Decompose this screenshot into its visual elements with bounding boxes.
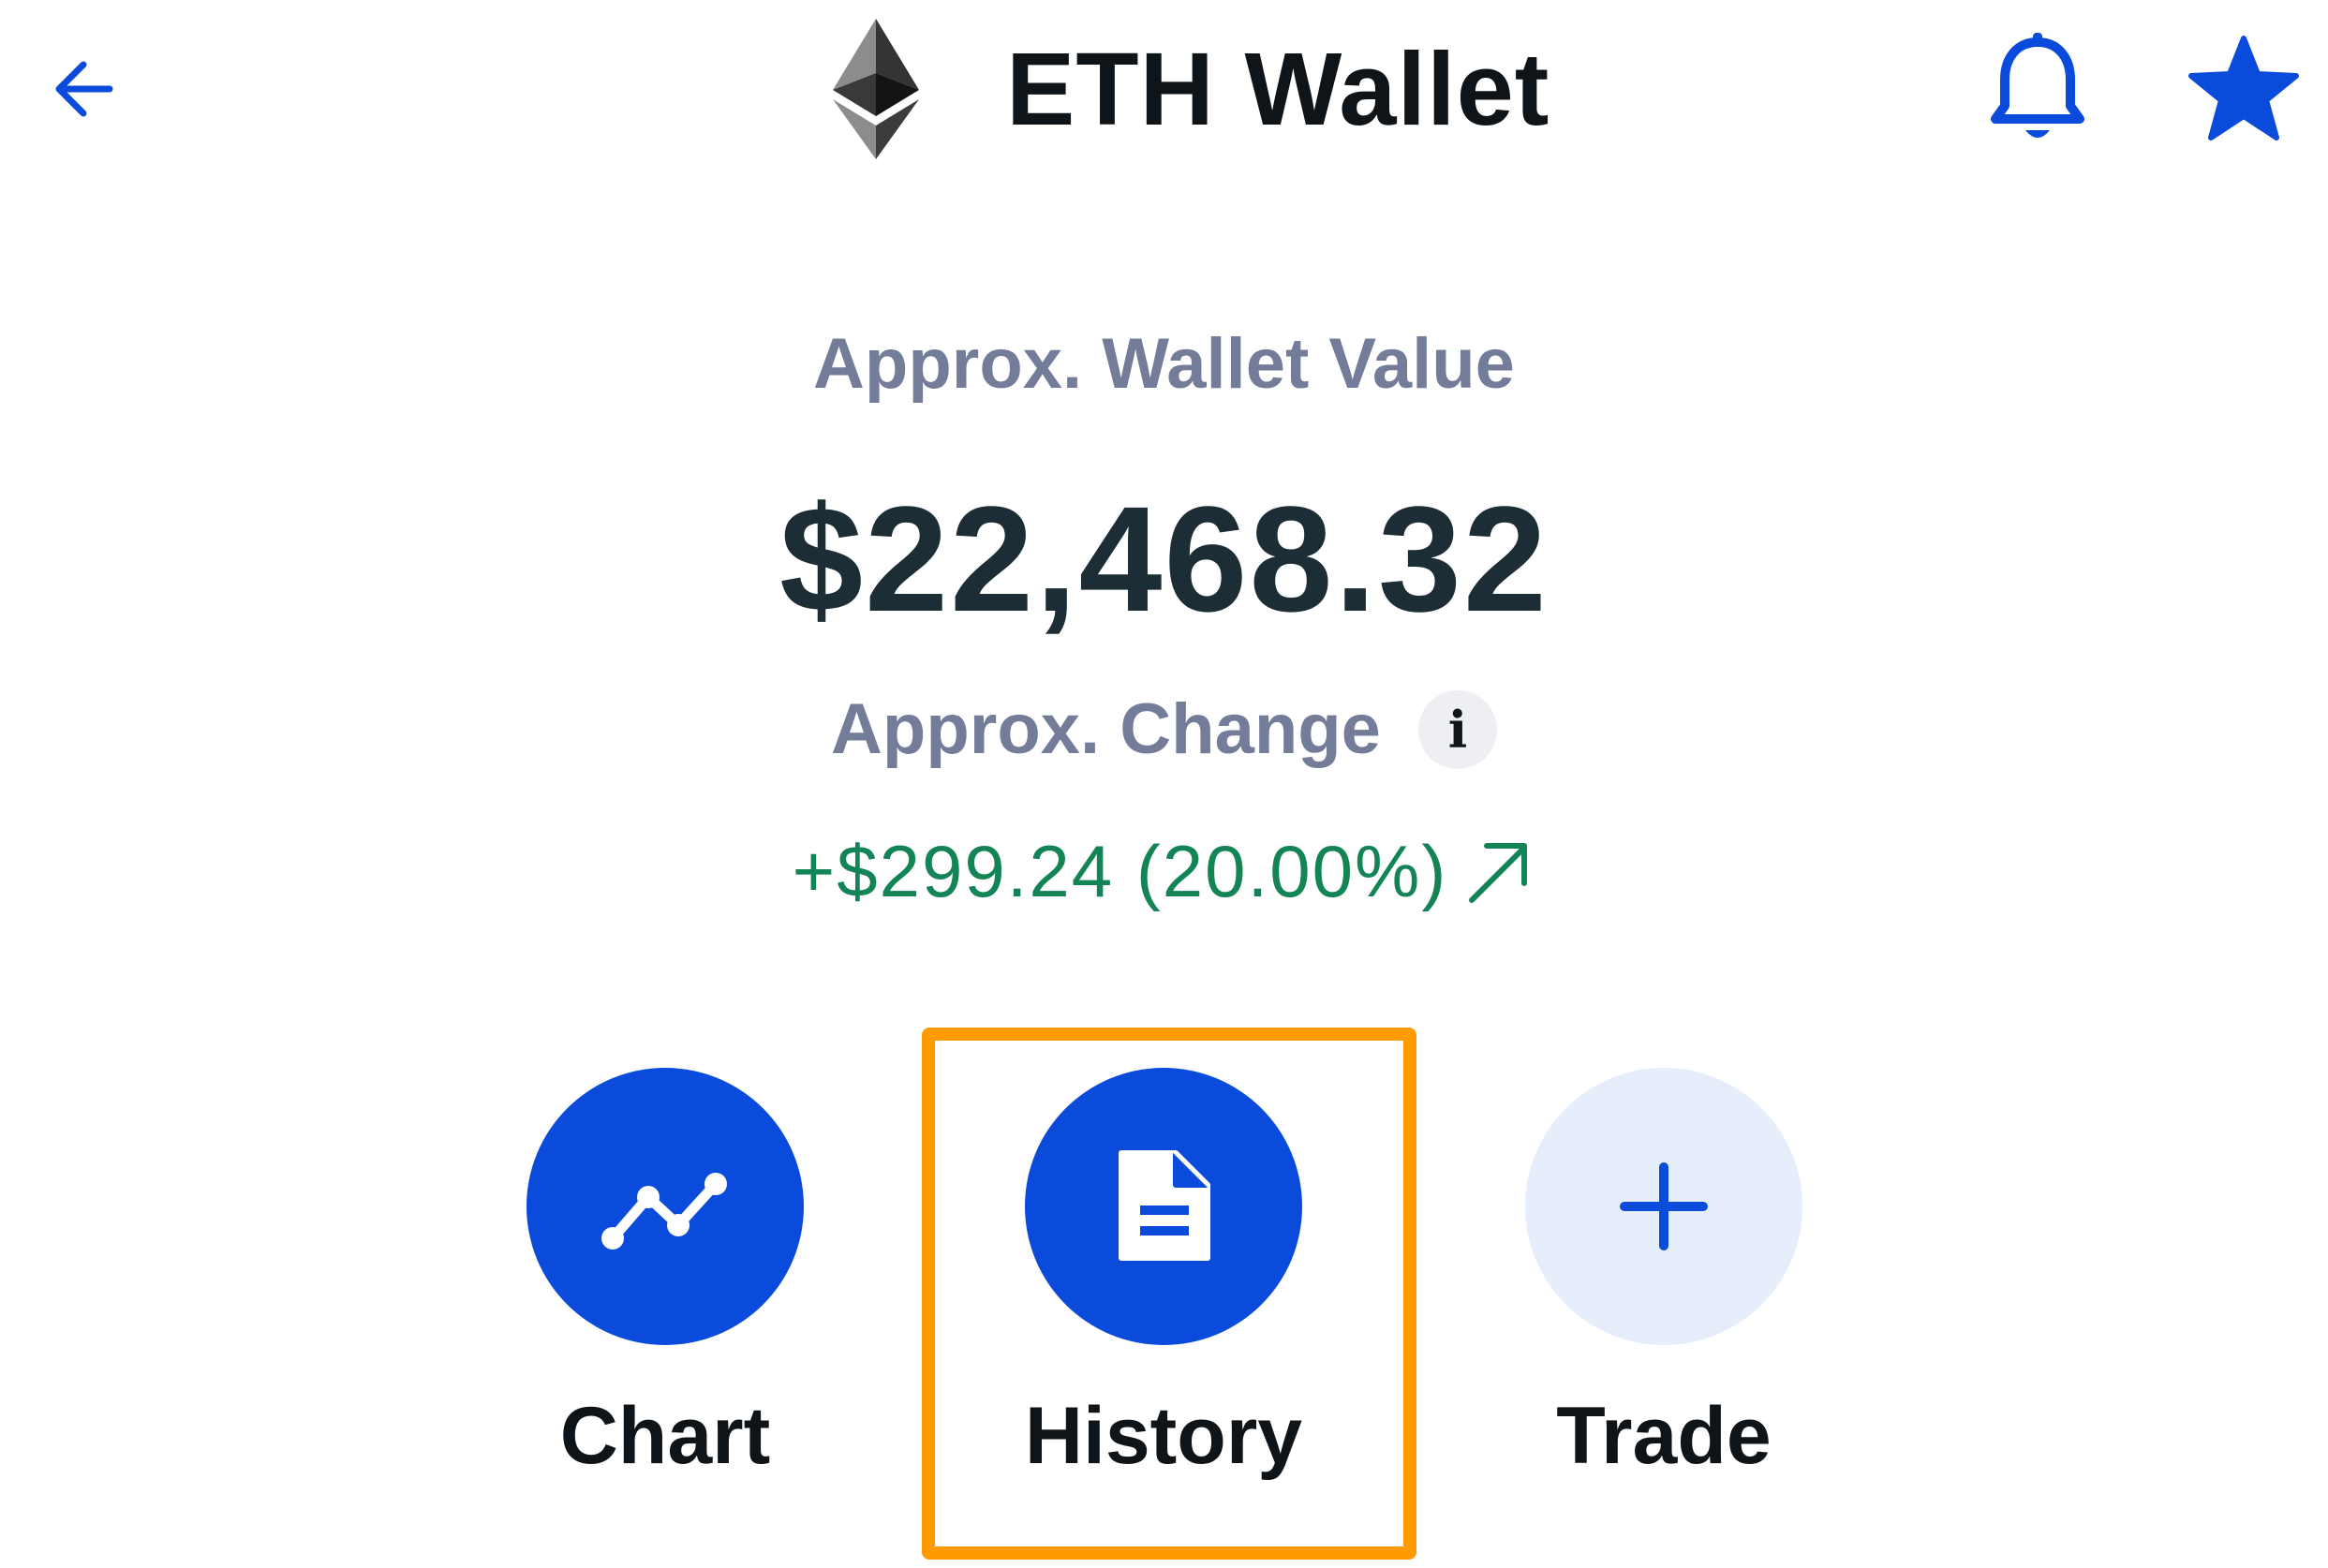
info-glyph: i [1447,699,1468,760]
ethereum-logo-icon [824,19,927,159]
chart-line-icon [601,1173,727,1250]
chart-button-circle[interactable] [526,1068,804,1345]
favorite-button[interactable] [2173,19,2314,159]
header-title-group: ETH Wallet [824,19,1550,159]
plus-icon [1620,1162,1708,1250]
approx-change-row: Approx. Change i [0,688,2328,770]
document-icon [1119,1149,1211,1261]
wallet-value: $22,468.32 [779,475,1549,643]
star-icon [2188,36,2299,141]
chart-button-label: Chart [559,1391,771,1481]
history-button-label: History [1024,1391,1303,1481]
approx-change-label: Approx. Change [831,689,1381,769]
info-icon[interactable]: i [1417,689,1497,769]
wallet-value-label: Approx. Wallet Value [813,324,1515,404]
trade-button-circle[interactable] [1525,1068,1802,1345]
change-value: +$299.24 (20.00%) [792,830,1448,912]
history-button[interactable]: History [1023,1068,1304,1483]
back-button[interactable] [19,19,159,159]
chart-button[interactable]: Chart [525,1068,806,1483]
change-value-row: +$299.24 (20.00%) [0,829,2328,914]
trade-button[interactable]: Trade [1523,1068,1804,1483]
page-title: ETH Wallet [1006,31,1550,147]
arrow-up-right-icon [1469,842,1528,903]
arrow-left-icon [55,61,113,117]
trade-button-label: Trade [1556,1391,1772,1481]
bell-icon [1991,33,2084,138]
notifications-button[interactable] [1967,19,2108,159]
history-button-circle[interactable] [1025,1068,1302,1345]
